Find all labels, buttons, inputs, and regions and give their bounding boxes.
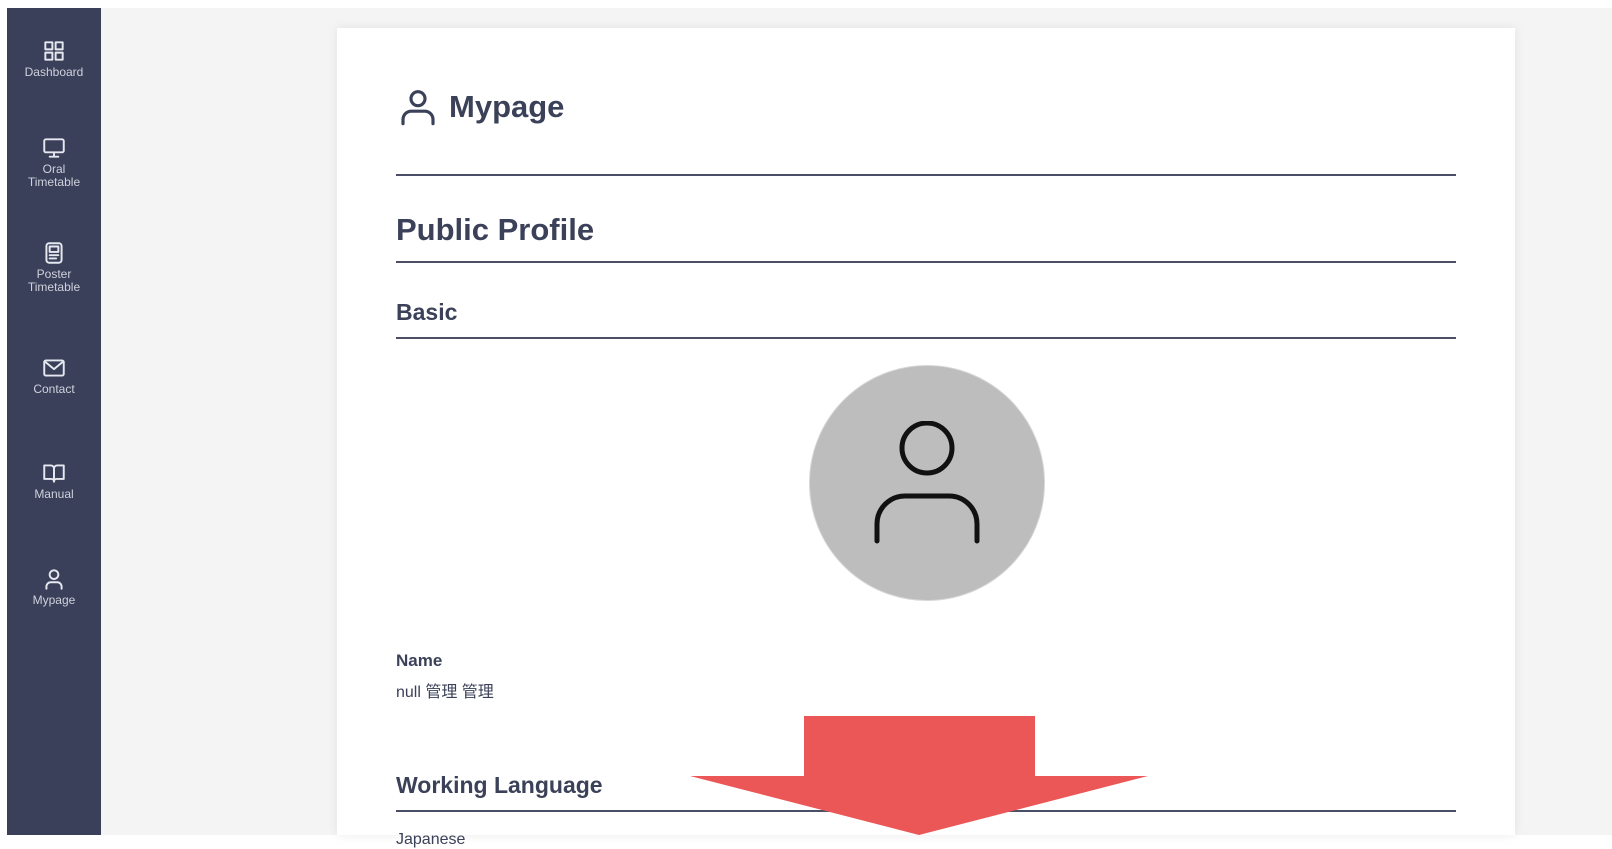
subsection-title: Working Language xyxy=(396,772,603,798)
avatar xyxy=(809,365,1045,601)
user-icon xyxy=(45,569,63,590)
sidebar-item-label: Oral Timetable xyxy=(27,162,81,189)
working-language-value: Japanese xyxy=(396,831,466,848)
book-icon xyxy=(43,464,65,483)
sidebar-item-mypage[interactable]: Mypage xyxy=(7,566,101,607)
section-heading-public-profile: Public Profile xyxy=(396,182,1456,263)
sidebar-item-oral-timetable[interactable]: Oral Timetable xyxy=(7,135,101,189)
monitor-icon xyxy=(43,138,65,158)
page-header: Mypage xyxy=(396,86,1456,176)
profile-card: Mypage Public Profile Basic Name null 管理… xyxy=(337,28,1515,848)
down-arrow-icon xyxy=(690,716,1148,835)
subsection-heading-basic: Basic xyxy=(396,264,1456,339)
sidebar-item-poster-timetable[interactable]: Poster Timetable xyxy=(7,240,101,294)
grid-icon xyxy=(44,41,64,61)
section-title: Public Profile xyxy=(396,212,595,247)
name-label: Name xyxy=(396,651,443,670)
sidebar-item-label: Mypage xyxy=(32,593,76,607)
sidebar-item-manual[interactable]: Manual xyxy=(7,460,101,501)
sidebar-item-label: Poster Timetable xyxy=(27,267,81,294)
sidebar: Dashboard Oral Timetable Poster Timetabl… xyxy=(7,8,101,835)
user-icon xyxy=(401,90,435,126)
name-value: null 管理 管理 xyxy=(396,684,494,701)
sidebar-item-label: Manual xyxy=(34,487,74,501)
mail-icon xyxy=(43,359,65,377)
sidebar-item-dashboard[interactable]: Dashboard xyxy=(7,38,101,79)
sidebar-item-label: Dashboard xyxy=(24,65,84,79)
avatar-user-icon xyxy=(874,421,980,544)
sidebar-item-contact[interactable]: Contact xyxy=(7,355,101,396)
subsection-title: Basic xyxy=(396,299,458,325)
sidebar-item-label: Contact xyxy=(33,382,75,396)
poster-icon xyxy=(45,242,63,264)
page-title: Mypage xyxy=(449,89,565,124)
